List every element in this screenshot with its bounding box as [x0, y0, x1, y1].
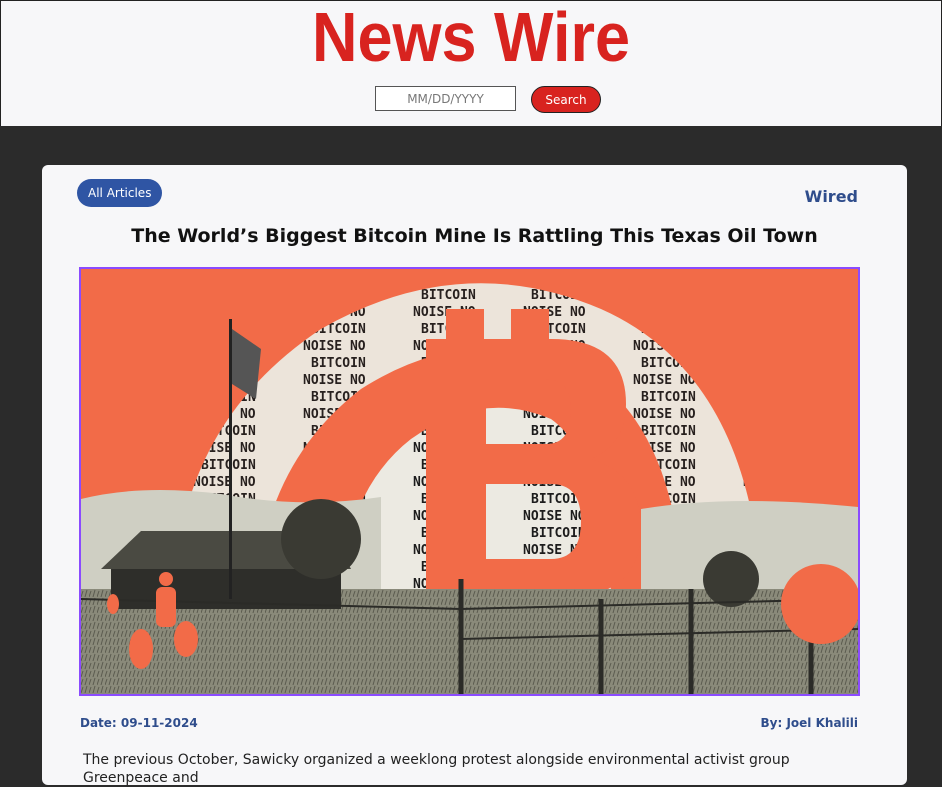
article-source: Wired [804, 187, 858, 206]
all-articles-button[interactable]: All Articles [77, 179, 163, 207]
article-date: Date: 09-11-2024 [80, 716, 198, 730]
article-body: The previous October, Sawicky organized … [83, 752, 790, 786]
date-input[interactable] [375, 86, 516, 111]
article-card: All Articles Wired The World’s Biggest B… [42, 165, 907, 786]
bitcoin-collage-illustration: NOISE NO BITCOIN [81, 269, 858, 694]
date-search-bar: Search [1, 86, 941, 114]
site-title: News Wire [311, 0, 631, 76]
site-header: News Wire Search [0, 0, 942, 126]
search-button[interactable]: Search [531, 86, 601, 113]
article-author: By: Joel Khalili [760, 716, 858, 730]
article-headline[interactable]: The World’s Biggest Bitcoin Mine Is Ratt… [42, 225, 907, 247]
article-hero-image: NOISE NO BITCOIN [79, 267, 860, 696]
